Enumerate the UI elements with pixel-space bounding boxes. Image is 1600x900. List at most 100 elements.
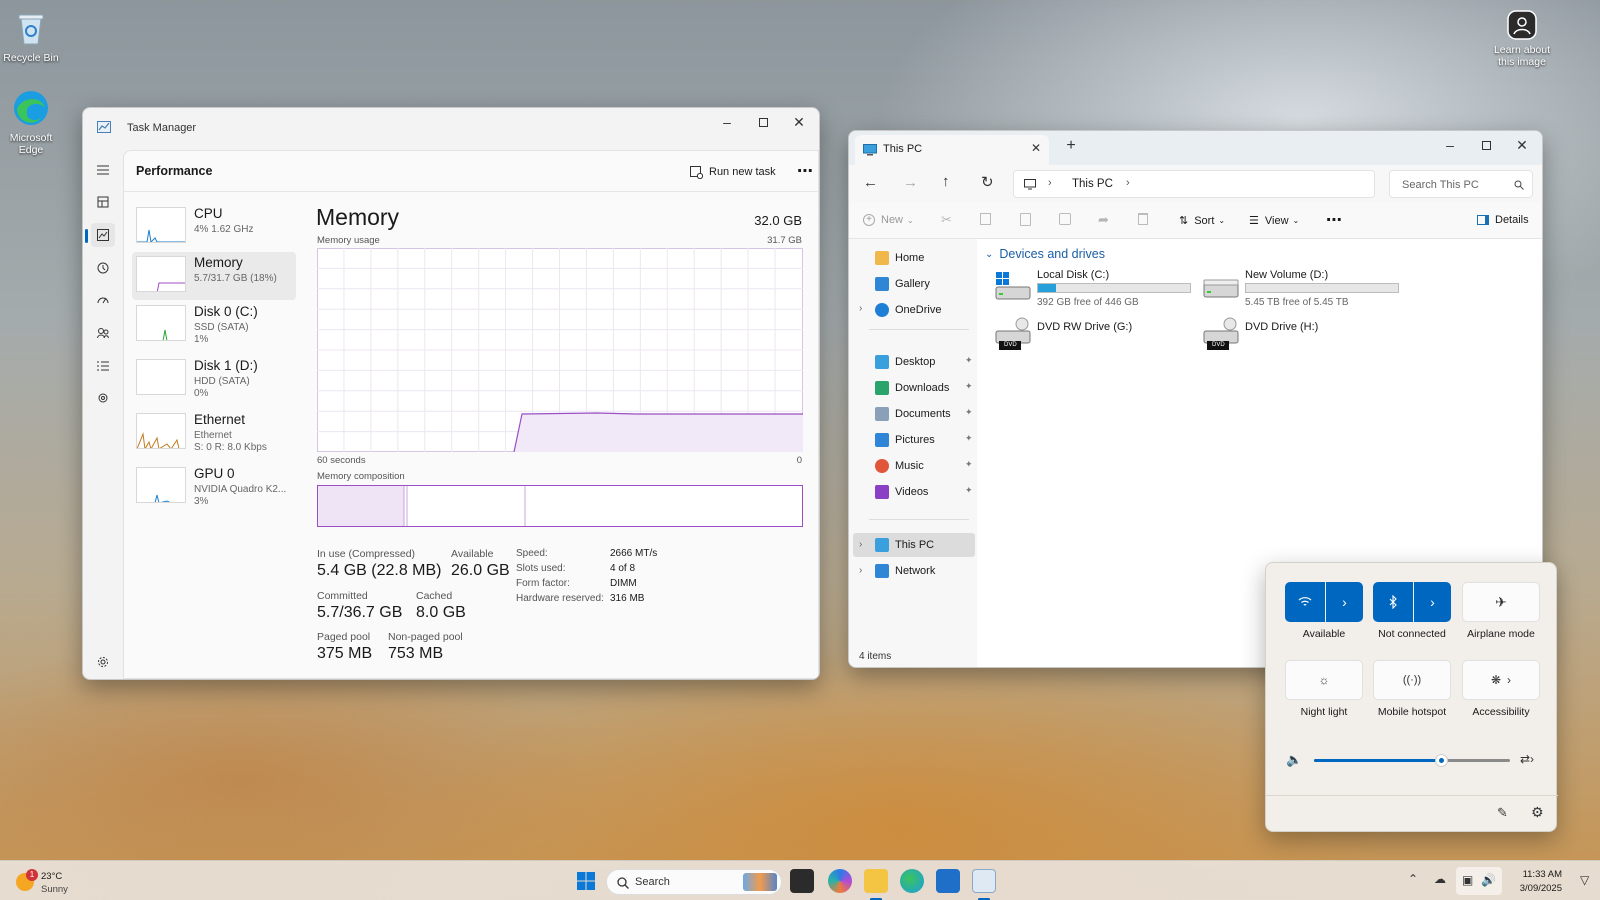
- volume-slider[interactable]: [1314, 754, 1510, 767]
- processes-button[interactable]: [91, 190, 115, 214]
- expand-chevron-icon[interactable]: ›: [859, 539, 862, 550]
- perf-item[interactable]: Disk 1 (D:) HDD (SATA) 0%: [132, 355, 296, 403]
- drive-dvd-h[interactable]: DVD DVD Drive (H:): [1203, 317, 1403, 353]
- settings-button[interactable]: [91, 650, 115, 674]
- sort-button[interactable]: ⇅ Sort ⌄: [1179, 214, 1225, 228]
- edge-button[interactable]: [900, 869, 924, 893]
- pin-icon[interactable]: ✦: [965, 459, 973, 469]
- nav-onedrive[interactable]: OneDrive: [875, 299, 941, 321]
- start-button[interactable]: [574, 869, 598, 893]
- performance-button[interactable]: [91, 223, 115, 247]
- audio-output-icon[interactable]: ⇄›: [1520, 752, 1534, 766]
- cut-icon[interactable]: ✂: [941, 212, 952, 228]
- taskbar-search-box[interactable]: Search: [606, 869, 782, 895]
- tab-this-pc[interactable]: This PC ✕: [855, 135, 1049, 165]
- hamburger-menu-button[interactable]: [91, 158, 115, 182]
- file-explorer-button[interactable]: [864, 869, 888, 893]
- perf-item[interactable]: Memory 5.7/31.7 GB (18%): [132, 252, 296, 300]
- airplane-mode-button[interactable]: ✈: [1462, 582, 1540, 622]
- users-button[interactable]: [91, 321, 115, 345]
- minimize-button[interactable]: –: [1432, 131, 1468, 159]
- nav-this-pc[interactable]: This PC: [875, 534, 934, 556]
- nav-desktop[interactable]: Desktop: [875, 351, 935, 373]
- nav-downloads[interactable]: Downloads: [875, 377, 949, 399]
- pin-icon[interactable]: ✦: [965, 433, 973, 443]
- details-button[interactable]: [91, 354, 115, 378]
- expand-chevron-icon[interactable]: ›: [859, 565, 862, 576]
- cloud-offline-icon[interactable]: ☁: [1434, 872, 1446, 886]
- weather-widget[interactable]: 1 23°C Sunny: [14, 869, 94, 897]
- nav-home[interactable]: Home: [875, 247, 924, 269]
- more-options-button[interactable]: ⋯: [1326, 210, 1342, 230]
- pin-icon[interactable]: ✦: [965, 485, 973, 495]
- perf-item[interactable]: Ethernet Ethernet S: 0 R: 8.0 Kbps: [132, 409, 296, 457]
- bluetooth-button[interactable]: [1373, 582, 1413, 622]
- drive-local-disk-c[interactable]: Local Disk (C:) 392 GB free of 446 GB: [995, 269, 1195, 309]
- forward-button[interactable]: →: [903, 174, 918, 191]
- bluetooth-toggle[interactable]: ›: [1373, 582, 1451, 622]
- perf-item[interactable]: GPU 0 NVIDIA Quadro K2... 3%: [132, 463, 296, 511]
- copy-icon[interactable]: [980, 213, 991, 225]
- more-options-button[interactable]: ⋯: [792, 159, 818, 183]
- volume-thumb[interactable]: [1435, 754, 1449, 767]
- night-light-button[interactable]: ☼: [1285, 660, 1363, 700]
- nav-gallery[interactable]: Gallery: [875, 273, 930, 295]
- delete-icon[interactable]: [1138, 213, 1148, 225]
- mobile-hotspot-button[interactable]: ((·)): [1373, 660, 1451, 700]
- nav-network[interactable]: Network: [875, 560, 935, 582]
- notification-bell-icon[interactable]: ▽: [1580, 873, 1589, 887]
- wifi-toggle[interactable]: ›: [1285, 582, 1363, 622]
- task-manager-button[interactable]: [972, 869, 996, 893]
- desktop-icon-recycle-bin[interactable]: Recycle Bin: [0, 8, 64, 64]
- pin-icon[interactable]: ✦: [965, 355, 973, 365]
- wifi-expand-button[interactable]: ›: [1326, 582, 1363, 622]
- wifi-button[interactable]: [1285, 582, 1325, 622]
- up-button[interactable]: ↑: [942, 173, 950, 190]
- drive-dvd-rw-g[interactable]: DVD DVD RW Drive (G:): [995, 317, 1195, 353]
- bluetooth-expand-button[interactable]: ›: [1414, 582, 1451, 622]
- desktop-icon-learn-about-image[interactable]: Learn about this image: [1487, 10, 1557, 68]
- close-button[interactable]: ✕: [1504, 131, 1540, 159]
- perf-item[interactable]: CPU 4% 1.62 GHz: [132, 203, 296, 251]
- gear-icon[interactable]: ⚙: [1531, 804, 1544, 821]
- refresh-button[interactable]: ↻: [981, 173, 994, 191]
- new-tab-button[interactable]: +: [1059, 137, 1083, 159]
- pin-icon[interactable]: ✦: [965, 381, 973, 391]
- address-bar[interactable]: › This PC ›: [1013, 170, 1375, 198]
- run-new-task-button[interactable]: Run new task: [690, 161, 776, 183]
- search-box[interactable]: Search This PC: [1389, 170, 1533, 198]
- edit-pencil-icon[interactable]: ✎: [1497, 805, 1508, 821]
- nav-videos[interactable]: Videos: [875, 481, 928, 503]
- maximize-button[interactable]: [745, 108, 781, 136]
- nav-music[interactable]: Music: [875, 455, 924, 477]
- accessibility-button[interactable]: ❋ ›: [1462, 660, 1540, 700]
- perf-item[interactable]: Disk 0 (C:) SSD (SATA) 1%: [132, 301, 296, 349]
- expand-chevron-icon[interactable]: ›: [859, 303, 862, 314]
- view-button[interactable]: ☰ View ⌄: [1249, 214, 1299, 228]
- rename-icon[interactable]: [1059, 213, 1071, 225]
- close-tab-icon[interactable]: ✕: [1031, 141, 1041, 155]
- nav-pictures[interactable]: Pictures: [875, 429, 935, 451]
- maximize-button[interactable]: [1468, 131, 1504, 159]
- pin-icon[interactable]: ✦: [965, 407, 973, 417]
- startup-apps-button[interactable]: [91, 288, 115, 312]
- paste-icon[interactable]: [1020, 213, 1031, 226]
- copilot-button[interactable]: [828, 869, 852, 893]
- system-tray-status[interactable]: ▣ 🔊: [1456, 867, 1502, 895]
- store-button[interactable]: [936, 869, 960, 893]
- new-button[interactable]: + New ⌄: [863, 214, 914, 226]
- share-icon[interactable]: ➦: [1098, 212, 1109, 228]
- close-button[interactable]: ✕: [781, 108, 817, 136]
- back-button[interactable]: ←: [863, 174, 878, 191]
- speaker-icon[interactable]: 🔈: [1286, 752, 1302, 768]
- drive-new-volume-d[interactable]: New Volume (D:) 5.45 TB free of 5.45 TB: [1203, 269, 1403, 309]
- clock[interactable]: 11:33 AM 3/09/2025: [1502, 869, 1562, 894]
- nav-documents[interactable]: Documents: [875, 403, 951, 425]
- devices-group-header[interactable]: ⌄ Devices and drives: [985, 247, 1105, 261]
- task-view-button[interactable]: [790, 869, 814, 893]
- services-button[interactable]: [91, 386, 115, 410]
- chevron-up-icon[interactable]: ⌃: [1408, 872, 1418, 886]
- breadcrumb[interactable]: This PC: [1072, 178, 1113, 190]
- details-pane-button[interactable]: Details: [1477, 214, 1529, 226]
- app-history-button[interactable]: [91, 256, 115, 280]
